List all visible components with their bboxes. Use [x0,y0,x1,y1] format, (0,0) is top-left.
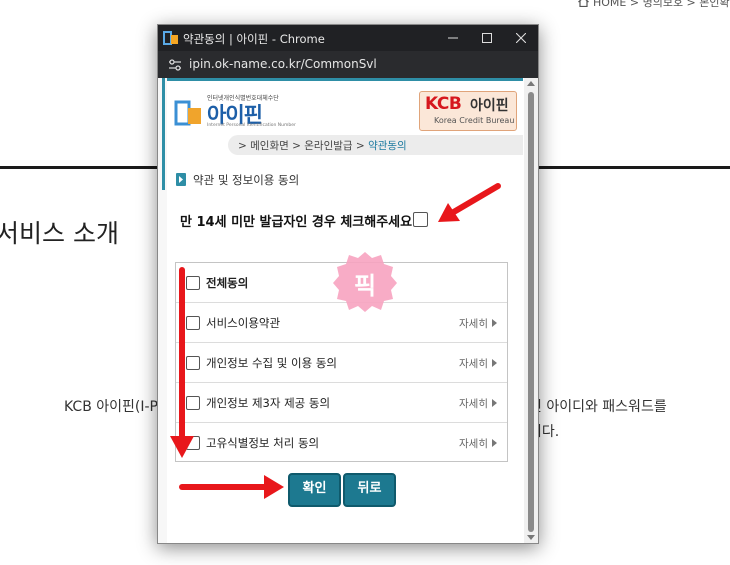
ipin-logo: 인터넷개인식별번호대체수단 아이핀 Internet Personal Iden… [173,93,296,129]
kcb-subtitle: Korea Credit Bureau [434,116,515,125]
chevron-right-icon [492,439,497,447]
scrollbar[interactable] [524,78,538,543]
window-title: 약관동의 | 아이핀 - Chrome [183,32,325,46]
site-settings-icon[interactable] [168,58,182,72]
detail-link[interactable]: 자세히 [459,356,497,371]
agreement-label: 전체동의 [206,276,249,290]
terms-checkbox[interactable] [186,316,200,330]
minimize-icon[interactable] [436,25,470,51]
agreement-label: 고유식별정보 처리 동의 [206,436,320,450]
background-breadcrumb-text: HOME > 명의보호 > 본인확 [593,0,730,9]
address-bar[interactable]: ipin.ok-name.co.kr/CommonSvl [158,51,538,78]
back-button[interactable]: 뒤로 [343,473,396,507]
chevron-right-icon [492,399,497,407]
logo-subtitle: Internet Personal Identification Number [207,123,296,128]
pick-badge-text: 픽 [353,272,377,300]
background-text: 핀 아이디와 패스워드를 [529,399,667,415]
collection-checkbox[interactable] [186,356,200,370]
scroll-up-icon[interactable] [527,81,535,86]
page-header: 인터넷개인식별번호대체수단 아이핀 Internet Personal Iden… [167,78,523,143]
detail-link[interactable]: 자세히 [459,436,497,451]
background-text: KCB 아이핀(I-PI [64,399,163,415]
title-bar: 약관동의 | 아이핀 - Chrome [158,25,538,51]
breadcrumb: > 메인화면 > 온라인발급 > 약관동의 [228,135,523,155]
ipin-logo-mark [174,100,201,126]
third-party-checkbox[interactable] [186,396,200,410]
breadcrumb-current: 약관동의 [368,140,407,152]
kcb-logo: KCB 아이핀 Korea Credit Bureau [419,91,517,131]
agreement-label: 서비스이용약관 [206,316,281,330]
kcb-ipin: 아이핀 [470,98,509,114]
chevron-right-icon [492,359,497,367]
agreement-row-collection[interactable]: 개인정보 수집 및 이용 동의 자세히 [176,343,507,383]
breadcrumb-item[interactable]: 온라인발급 [304,140,352,152]
scroll-down-icon[interactable] [527,535,535,540]
home-icon [578,0,589,7]
agree-all-checkbox[interactable] [186,276,200,290]
section-arrow-icon [176,173,186,186]
detail-link[interactable]: 자세히 [459,396,497,411]
unique-id-checkbox[interactable] [186,436,200,450]
background-breadcrumb: HOME > 명의보호 > 본인확 [578,0,730,10]
chevron-right-icon [492,319,497,327]
scrollbar-thumb[interactable] [528,92,534,532]
frame-accent [162,78,165,190]
breadcrumb-item[interactable]: 메인화면 [250,140,289,152]
ipin-app-icon [163,31,178,45]
agreement-row-third-party[interactable]: 개인정보 제3자 제공 동의 자세히 [176,383,507,423]
confirm-button[interactable]: 확인 [288,473,341,507]
section-title-text: 약관 및 정보이용 동의 [193,173,300,187]
kcb-brand: KCB [425,94,462,114]
agreement-label: 개인정보 제3자 제공 동의 [206,396,331,410]
close-icon[interactable] [504,25,538,51]
agreement-row-unique-id[interactable]: 고유식별정보 처리 동의 자세히 [176,423,507,462]
detail-link[interactable]: 자세히 [459,316,497,331]
url-text: ipin.ok-name.co.kr/CommonSvl [189,57,377,71]
under-14-checkbox[interactable] [413,212,428,227]
background-heading: 서비스 소개 [0,219,119,248]
pick-badge: 픽 [332,250,398,312]
age-check-label: 만 14세 미만 발급자인 경우 체크해주세요. [180,215,418,230]
section-title: 약관 및 정보이용 동의 [176,172,299,188]
agreement-label: 개인정보 수집 및 이용 동의 [206,356,338,370]
maximize-icon[interactable] [470,25,504,51]
